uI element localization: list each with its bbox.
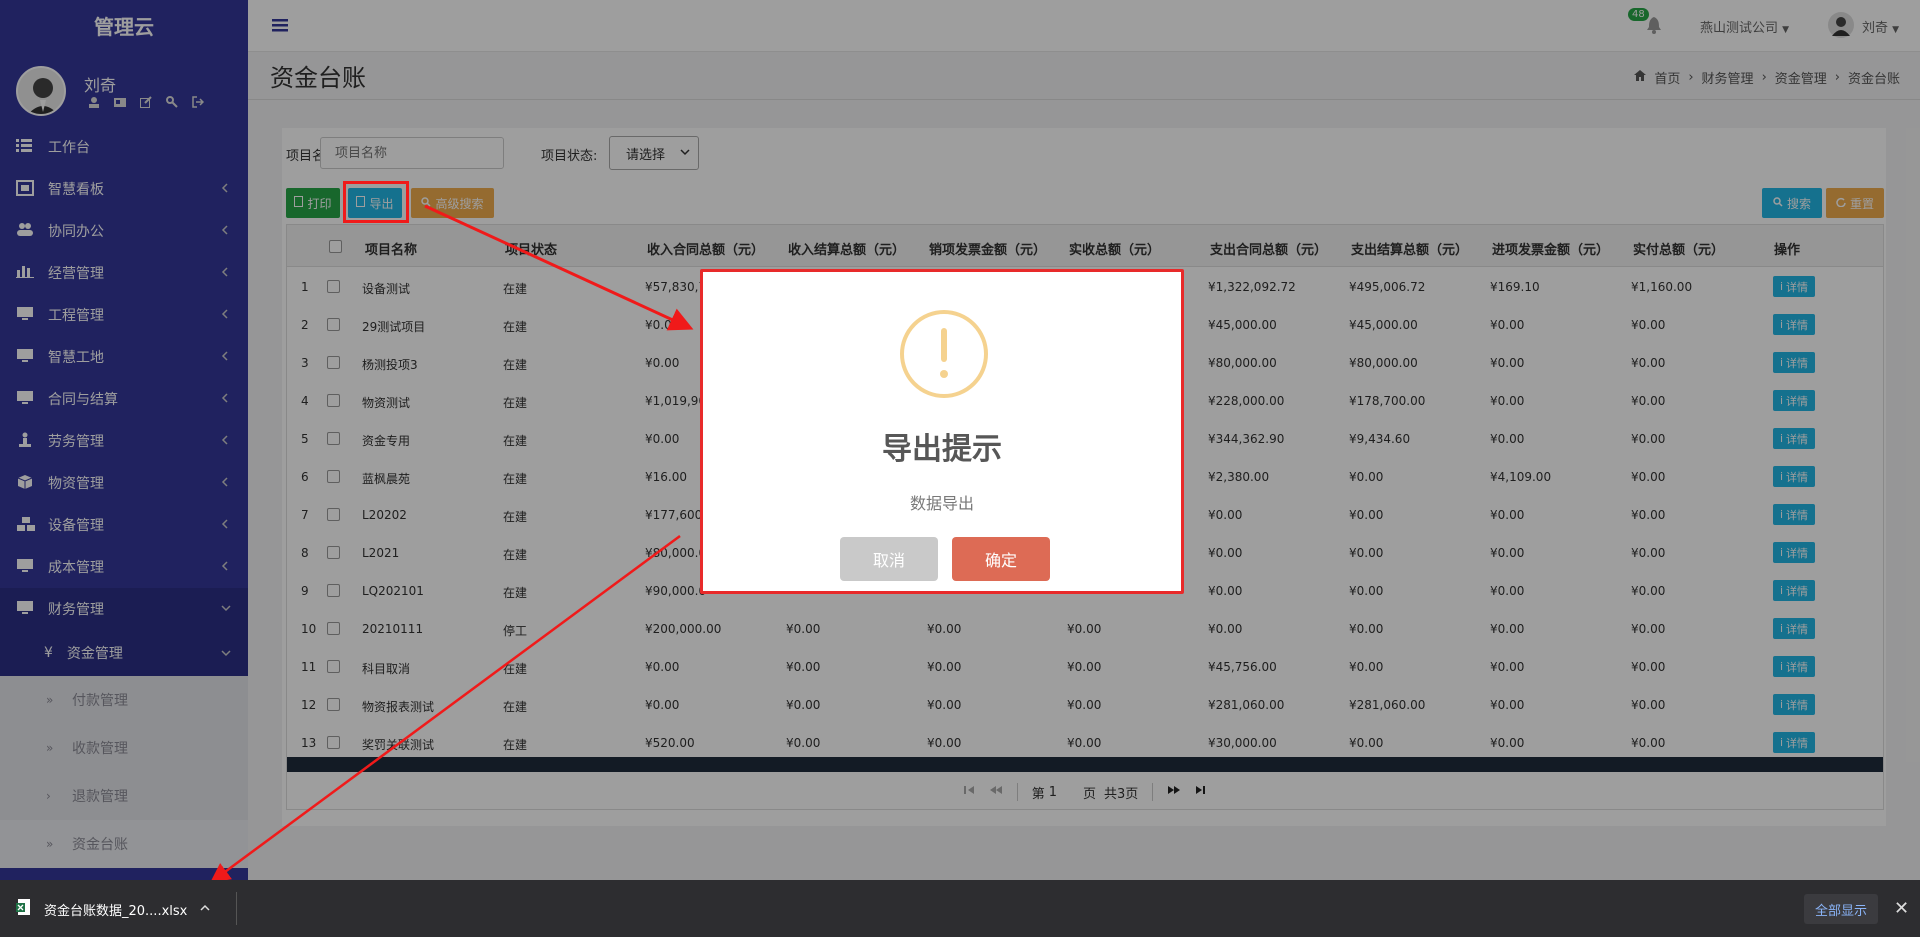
- export-dialog: 导出提示 数据导出 取消 确定: [700, 269, 1184, 594]
- dialog-title: 导出提示: [882, 432, 1002, 467]
- download-bar: 资金台账数据_20....xlsx 全部显示 ✕: [0, 880, 1920, 937]
- export-highlight-box: [343, 181, 409, 223]
- download-item[interactable]: 资金台账数据_20....xlsx: [16, 898, 211, 920]
- dialog-message: 数据导出: [909, 494, 974, 513]
- confirm-button[interactable]: 确定: [952, 537, 1050, 581]
- show-all-button[interactable]: 全部显示: [1804, 894, 1878, 924]
- download-filename: 资金台账数据_20....xlsx: [44, 903, 188, 919]
- cancel-button[interactable]: 取消: [840, 537, 938, 581]
- warning-icon: [900, 310, 988, 398]
- chevron-up-icon[interactable]: [199, 902, 211, 917]
- close-icon[interactable]: ✕: [1894, 898, 1909, 919]
- excel-file-icon: [16, 898, 32, 920]
- download-separator: [236, 892, 237, 925]
